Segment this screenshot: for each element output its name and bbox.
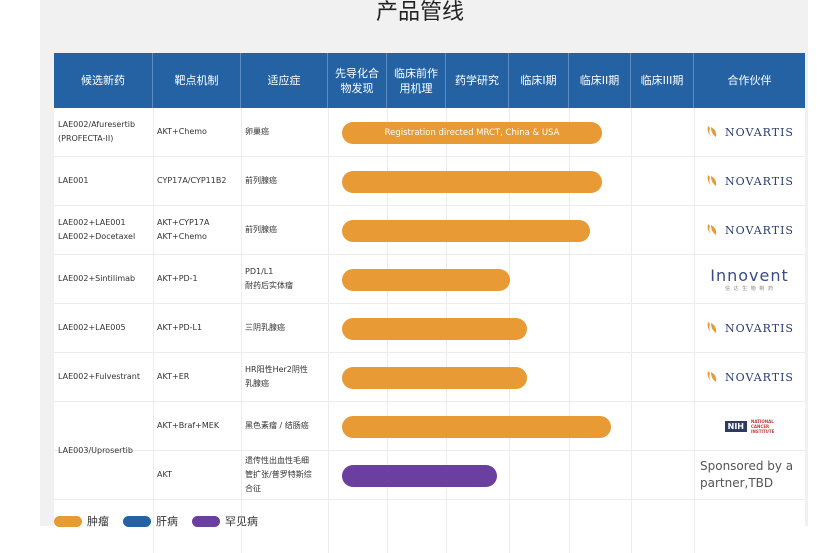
header-cell-8: 临床III期 (631, 53, 694, 108)
table-row: LAE002+Sintilimab AKT+PD-1 PD1/L1 耐药后实体瘤 In… (54, 255, 805, 304)
progress-bar (342, 366, 527, 389)
header-cell-3: 先导化合 物发现 (328, 53, 387, 108)
progress-bar (342, 170, 602, 193)
progress-bar (342, 464, 497, 487)
target-cell: AKT+ER (157, 372, 190, 381)
flame-icon (707, 322, 717, 333)
partner-cell: NIH NATIONAL CANCER INSTITUTE (694, 402, 805, 450)
target-cell: AKT+PD-1 (157, 274, 198, 283)
header-cell-5: 药学研究 (446, 53, 509, 108)
nih-text: NATIONAL CANCER INSTITUTE (751, 418, 775, 434)
table-header: 候选新药 靶点机制 适应症 先导化合 物发现 临床前作 用机理 药学研究 临床I期 临床II期… (54, 53, 805, 108)
legend-label: 肿瘤 (87, 515, 109, 528)
novartis-text: NOVARTIS (725, 321, 794, 335)
progress-bar (342, 415, 611, 438)
legend-label: 罕见病 (225, 515, 258, 528)
drug-cell: LAE002+LAE001 LAE002+Docetaxel (58, 218, 136, 241)
partner-cell: NOVARTIS (694, 108, 805, 156)
novartis-logo: NOVARTIS (705, 223, 794, 237)
legend-swatch (192, 515, 220, 527)
progress-bar-label: Registration directed MRCT, China & USA (384, 127, 560, 138)
table-row: LAE002/Afuresertib (PROFECTA-II) AKT+Chem… (54, 108, 805, 157)
partner-cell: NOVARTIS (694, 304, 805, 352)
target-cell: CYP17A/CYP11B2 (157, 176, 227, 185)
indication-cell: 遗传性出血性毛细 管扩张/普罗特斯综 合征 (245, 456, 312, 493)
target-cell: AKT (157, 470, 172, 479)
nih-box: NIH (724, 420, 747, 432)
flame-icon (707, 224, 717, 235)
table-row: AKT 遗传性出血性毛细 管扩张/普罗特斯综 合征 Sponsored by a p… (54, 451, 805, 500)
legend-swatch (123, 515, 151, 527)
flame-icon (707, 175, 717, 186)
novartis-text: NOVARTIS (725, 125, 794, 139)
indication-cell: 前列腺癌 (245, 176, 277, 185)
innovent-text: Innovent (710, 266, 789, 285)
novartis-text: NOVARTIS (725, 370, 794, 384)
indication-cell: HR阳性Her2阴性 乳腺癌 (245, 365, 308, 388)
target-cell: AKT+Chemo (157, 127, 207, 136)
header-cell-1: 靶点机制 (153, 53, 241, 108)
header-cell-6: 临床I期 (509, 53, 569, 108)
innovent-logo: Innovent 信 达 生 物 制 药 (710, 266, 789, 292)
partner-cell: NOVARTIS (694, 353, 805, 401)
legend: 肿瘤 肝病 罕见病 (54, 513, 258, 529)
drug-cell: LAE001 (58, 176, 89, 185)
header-cell-2: 适应症 (241, 53, 328, 108)
flame-icon (707, 126, 717, 137)
target-cell: AKT+CYP17A AKT+Chemo (157, 218, 210, 241)
nih-logo: NIH NATIONAL CANCER INSTITUTE (724, 418, 775, 434)
sponsor-text: Sponsored by a partner,TBD (700, 459, 794, 490)
novartis-logo: NOVARTIS (705, 174, 794, 188)
progress-bar (342, 317, 527, 340)
table-row: LAE002+LAE001 LAE002+Docetaxel AKT+CYP17A… (54, 206, 805, 255)
target-cell: AKT+PD-L1 (157, 323, 203, 332)
progress-bar (342, 219, 590, 242)
header-cell-4: 临床前作 用机理 (387, 53, 446, 108)
legend-item: 肿瘤 (54, 513, 109, 529)
innovent-subtitle: 信 达 生 物 制 药 (725, 286, 774, 292)
header-cell-0: 候选新药 (54, 53, 153, 108)
target-cell: AKT+Braf+MEK (157, 421, 220, 430)
indication-cell: 前列腺癌 (245, 225, 277, 234)
page-title: 产品管线 (375, 0, 464, 25)
legend-item: 肝病 (123, 513, 178, 529)
indication-cell: PD1/L1 耐药后实体瘤 (245, 267, 293, 290)
drug-cell-merged: LAE003/Uprosertib (58, 446, 133, 455)
table-row: LAE001 CYP17A/CYP11B2 前列腺癌 NOVARTIS (54, 157, 805, 206)
indication-cell: 卵巢癌 (245, 127, 269, 136)
novartis-logo: NOVARTIS (705, 125, 794, 139)
flame-icon (707, 371, 717, 382)
novartis-logo: NOVARTIS (705, 370, 794, 384)
progress-bar (342, 268, 510, 291)
legend-swatch (54, 515, 82, 527)
progress-bar: Registration directed MRCT, China & USA (342, 121, 602, 144)
table-row: LAE002+LAE005 AKT+PD-L1 三阴乳腺癌 NOVARTIS (54, 304, 805, 353)
indication-cell: 黑色素瘤 / 结肠癌 (245, 421, 309, 430)
header-cell-9: 合作伙伴 (727, 74, 772, 87)
table-row: LAE002+Fulvestrant AKT+ER HR阳性Her2阴性 乳腺癌 NO… (54, 353, 805, 402)
drug-cell: LAE002+Sintilimab (58, 274, 136, 283)
partner-cell: Innovent 信 达 生 物 制 药 (694, 255, 805, 303)
drug-cell: LAE002+Fulvestrant (58, 372, 140, 381)
legend-item: 罕见病 (192, 513, 258, 529)
legend-label: 肝病 (156, 515, 178, 528)
header-cell-7: 临床II期 (569, 53, 631, 108)
drug-cell: LAE002+LAE005 (58, 323, 126, 332)
novartis-text: NOVARTIS (725, 223, 794, 237)
drug-cell: LAE002/Afuresertib (PROFECTA-II) (58, 120, 136, 143)
indication-cell: 三阴乳腺癌 (245, 323, 285, 332)
table-body: LAE002/Afuresertib (PROFECTA-II) AKT+Chem… (54, 108, 805, 553)
novartis-text: NOVARTIS (725, 174, 794, 188)
novartis-logo: NOVARTIS (705, 321, 794, 335)
partner-cell: Sponsored by a partner,TBD (694, 451, 805, 499)
partner-cell: NOVARTIS (694, 206, 805, 254)
table-row: AKT+Braf+MEK 黑色素瘤 / 结肠癌 NIH NATIONAL CANCER… (54, 402, 805, 451)
partner-cell: NOVARTIS (694, 157, 805, 205)
